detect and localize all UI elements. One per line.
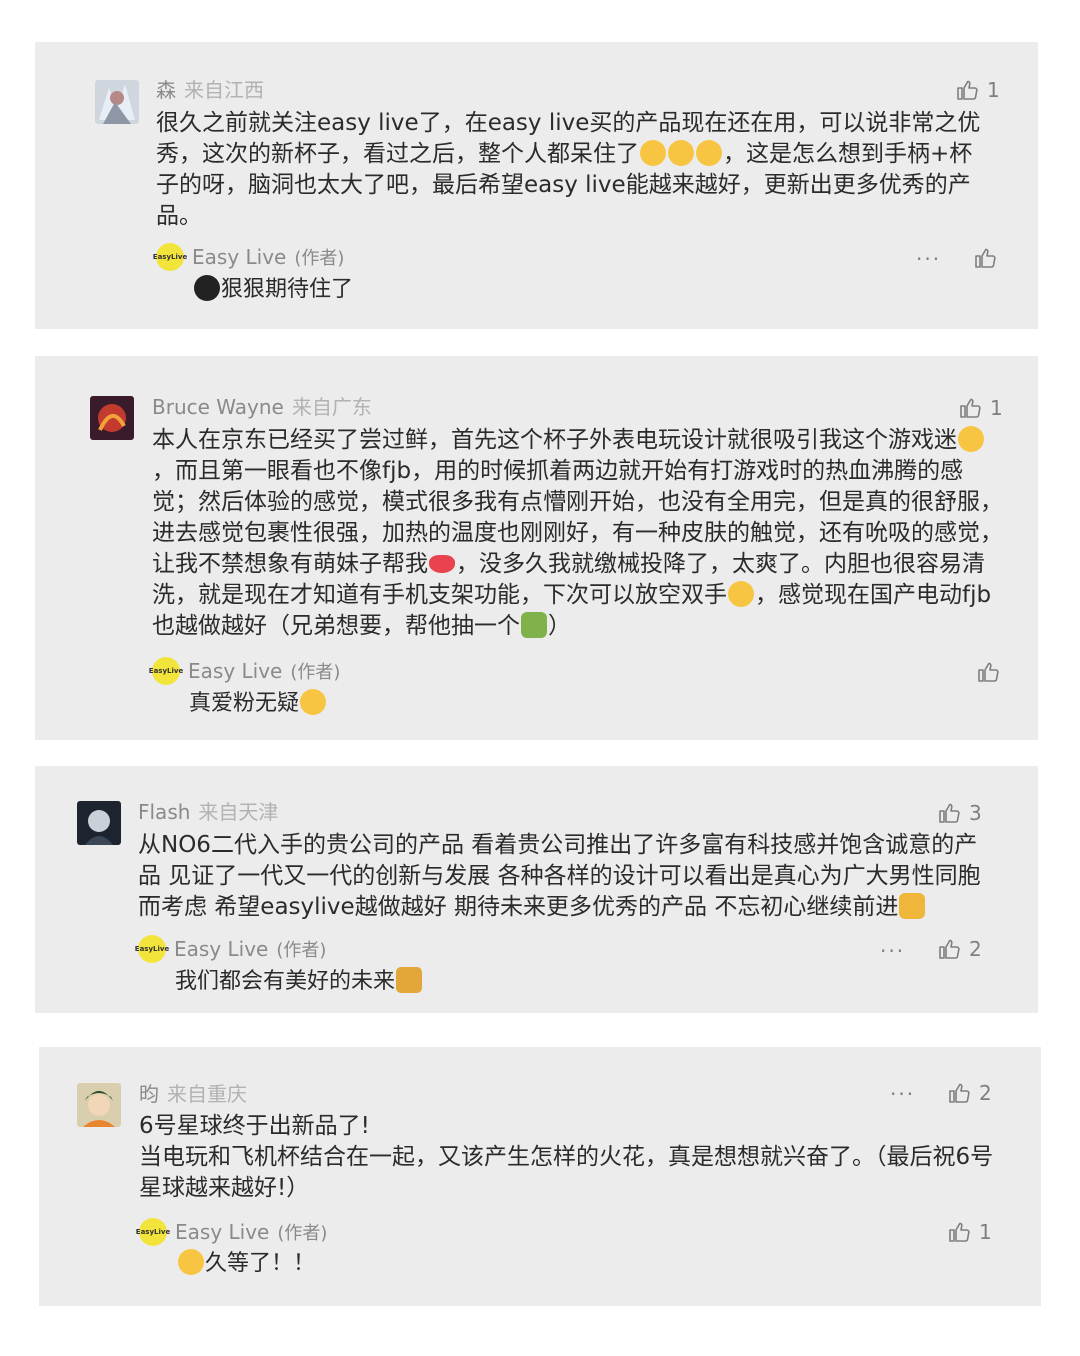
emoji	[640, 140, 666, 166]
thumb-up-icon	[939, 803, 960, 823]
easy-live-logo: EasyLive	[153, 243, 187, 271]
reply-like-button[interactable]: 1	[947, 1218, 992, 1246]
comment-card-3: Flash 来自天津 3 从NO6二代入手的贵公司的产品 看着贵公司推出了许多富有…	[35, 766, 1038, 1013]
emoji	[521, 612, 547, 638]
comment-card-2: Bruce Wayne 来自广东 1 本人在京东已经买了尝过鲜，首先这个杯子外表电…	[35, 356, 1038, 740]
author-reply-header: EasyLive Easy Live (作者)	[136, 1217, 328, 1247]
location: 来自江西	[184, 78, 264, 102]
like-count: 1	[987, 78, 1000, 102]
username[interactable]: 森	[156, 78, 176, 102]
thumb-up-icon	[949, 1222, 970, 1242]
emoji	[194, 275, 220, 301]
like-count: 1	[990, 396, 1003, 420]
location: 来自重庆	[167, 1082, 247, 1106]
thumb-up-icon	[975, 248, 996, 268]
reply-text: 久等了！！	[177, 1249, 315, 1279]
like-count: 3	[969, 801, 982, 825]
more-icon[interactable]: ···	[890, 1084, 915, 1104]
location: 来自广东	[291, 395, 372, 419]
comment-header: Bruce Wayne 来自广东	[152, 395, 372, 419]
thumb-up-icon	[978, 662, 999, 682]
reply-text: 真爱粉无疑	[189, 689, 327, 719]
reply-like-button[interactable]	[976, 658, 1000, 686]
author-name[interactable]: Easy Live	[175, 1220, 269, 1244]
thumb-up-icon	[949, 1083, 970, 1103]
emoji	[300, 689, 327, 715]
comment-line: 6号星球终于出新品了!	[139, 1113, 370, 1139]
reply-like-button[interactable]	[973, 244, 997, 272]
easy-live-logo: EasyLive	[136, 1218, 170, 1246]
author-tag: (作者)	[277, 1223, 328, 1244]
author-tag: (作者)	[294, 248, 345, 269]
author-reply-header: EasyLive Easy Live (作者)	[149, 656, 341, 686]
emoji	[178, 1249, 204, 1275]
like-button[interactable]: 2	[947, 1079, 992, 1107]
comment-card-1: 森来自江西 1 很久之前就关注easy live了，在easy live买的产品…	[35, 42, 1038, 329]
avatar[interactable]	[95, 80, 139, 124]
author-name[interactable]: Easy Live	[174, 937, 268, 961]
emoji	[429, 555, 455, 573]
emoji	[958, 426, 984, 452]
comment-header: Flash 来自天津	[138, 800, 278, 824]
comment-header: 森来自江西	[156, 78, 264, 102]
comment-card-4: 昀来自重庆 ··· 2 6号星球终于出新品了! 当电玩和飞机杯结合在一起，又该产…	[39, 1047, 1041, 1306]
comment-text: 本人在京东已经买了尝过鲜，首先这个杯子外表电玩设计就很吸引我这个游戏迷，而且第一…	[152, 426, 1003, 639]
comment-text: 很久之前就关注easy live了，在easy live买的产品现在还在用，可以…	[156, 110, 981, 229]
emoji	[696, 140, 722, 166]
username[interactable]: Flash	[138, 800, 190, 824]
emoji	[728, 581, 754, 607]
author-reply-header: EasyLive Easy Live (作者)	[153, 242, 345, 272]
reply-text: 我们都会有美好的未来	[175, 967, 423, 997]
like-button[interactable]: 3	[937, 799, 982, 827]
comment-header: 昀来自重庆	[139, 1082, 247, 1106]
emoji	[899, 893, 926, 919]
reply-text: 狠狠期待住了	[193, 275, 353, 305]
author-name[interactable]: Easy Live	[188, 659, 282, 683]
author-tag: (作者)	[290, 662, 341, 683]
like-count: 2	[969, 937, 982, 961]
thumb-up-icon	[960, 398, 981, 418]
like-button[interactable]: 1	[955, 76, 1000, 104]
easy-live-logo: EasyLive	[149, 657, 183, 685]
username[interactable]: 昀	[139, 1082, 159, 1106]
comment-text: 6号星球终于出新品了! 当电玩和飞机杯结合在一起，又该产生怎样的火花，真是想想就…	[139, 1111, 999, 1204]
easy-live-logo: EasyLive	[135, 935, 169, 963]
author-name[interactable]: Easy Live	[192, 245, 286, 269]
author-reply-header: EasyLive Easy Live (作者)	[135, 934, 327, 964]
reply-like-button[interactable]: 2	[937, 935, 982, 963]
more-icon[interactable]: ···	[916, 249, 941, 269]
emoji	[668, 140, 694, 166]
thumb-up-icon	[957, 80, 978, 100]
emoji	[396, 967, 423, 993]
like-button[interactable]: 1	[958, 394, 1003, 422]
avatar[interactable]	[90, 396, 134, 440]
like-count: 1	[979, 1220, 992, 1244]
like-count: 2	[979, 1081, 992, 1105]
username[interactable]: Bruce Wayne	[152, 395, 284, 419]
thumb-up-icon	[939, 939, 960, 959]
author-tag: (作者)	[276, 940, 327, 961]
avatar[interactable]	[77, 801, 121, 845]
comment-text: 从NO6二代入手的贵公司的产品 看着贵公司推出了许多富有科技感并饱含诚意的产品 …	[138, 832, 981, 920]
avatar[interactable]	[77, 1083, 121, 1127]
more-icon[interactable]: ···	[880, 941, 905, 961]
location: 来自天津	[198, 800, 279, 824]
comment-line: 当电玩和飞机杯结合在一起，又该产生怎样的火花，真是想想就兴奋了。（最后祝6号星球…	[139, 1144, 994, 1201]
